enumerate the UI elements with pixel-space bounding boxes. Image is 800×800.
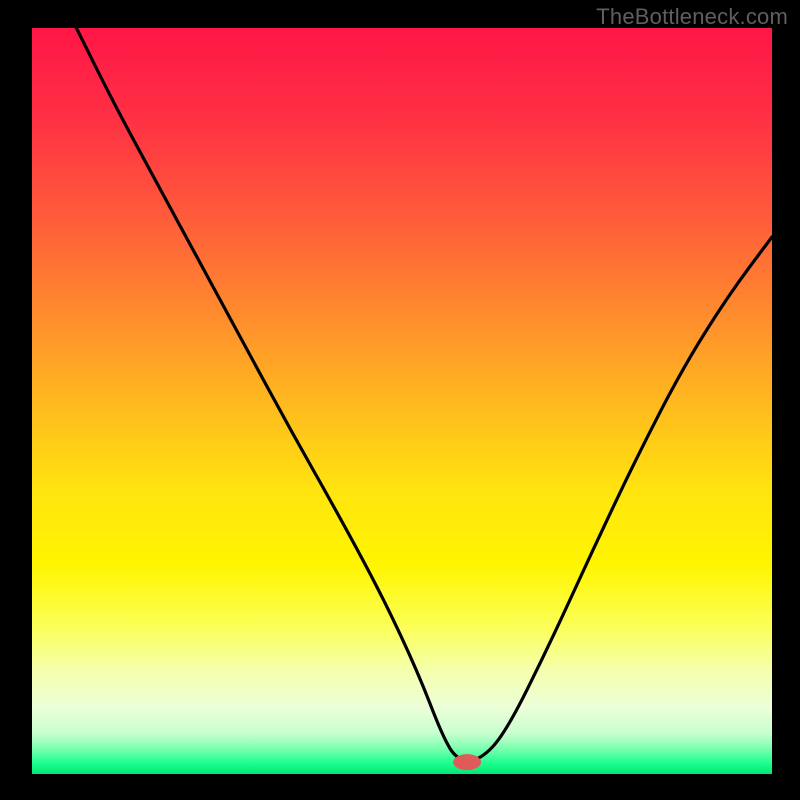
plot-background [32,28,772,774]
optimal-marker [453,754,481,770]
chart-frame: TheBottleneck.com [0,0,800,800]
watermark-text: TheBottleneck.com [596,4,788,30]
bottleneck-plot [32,28,772,774]
